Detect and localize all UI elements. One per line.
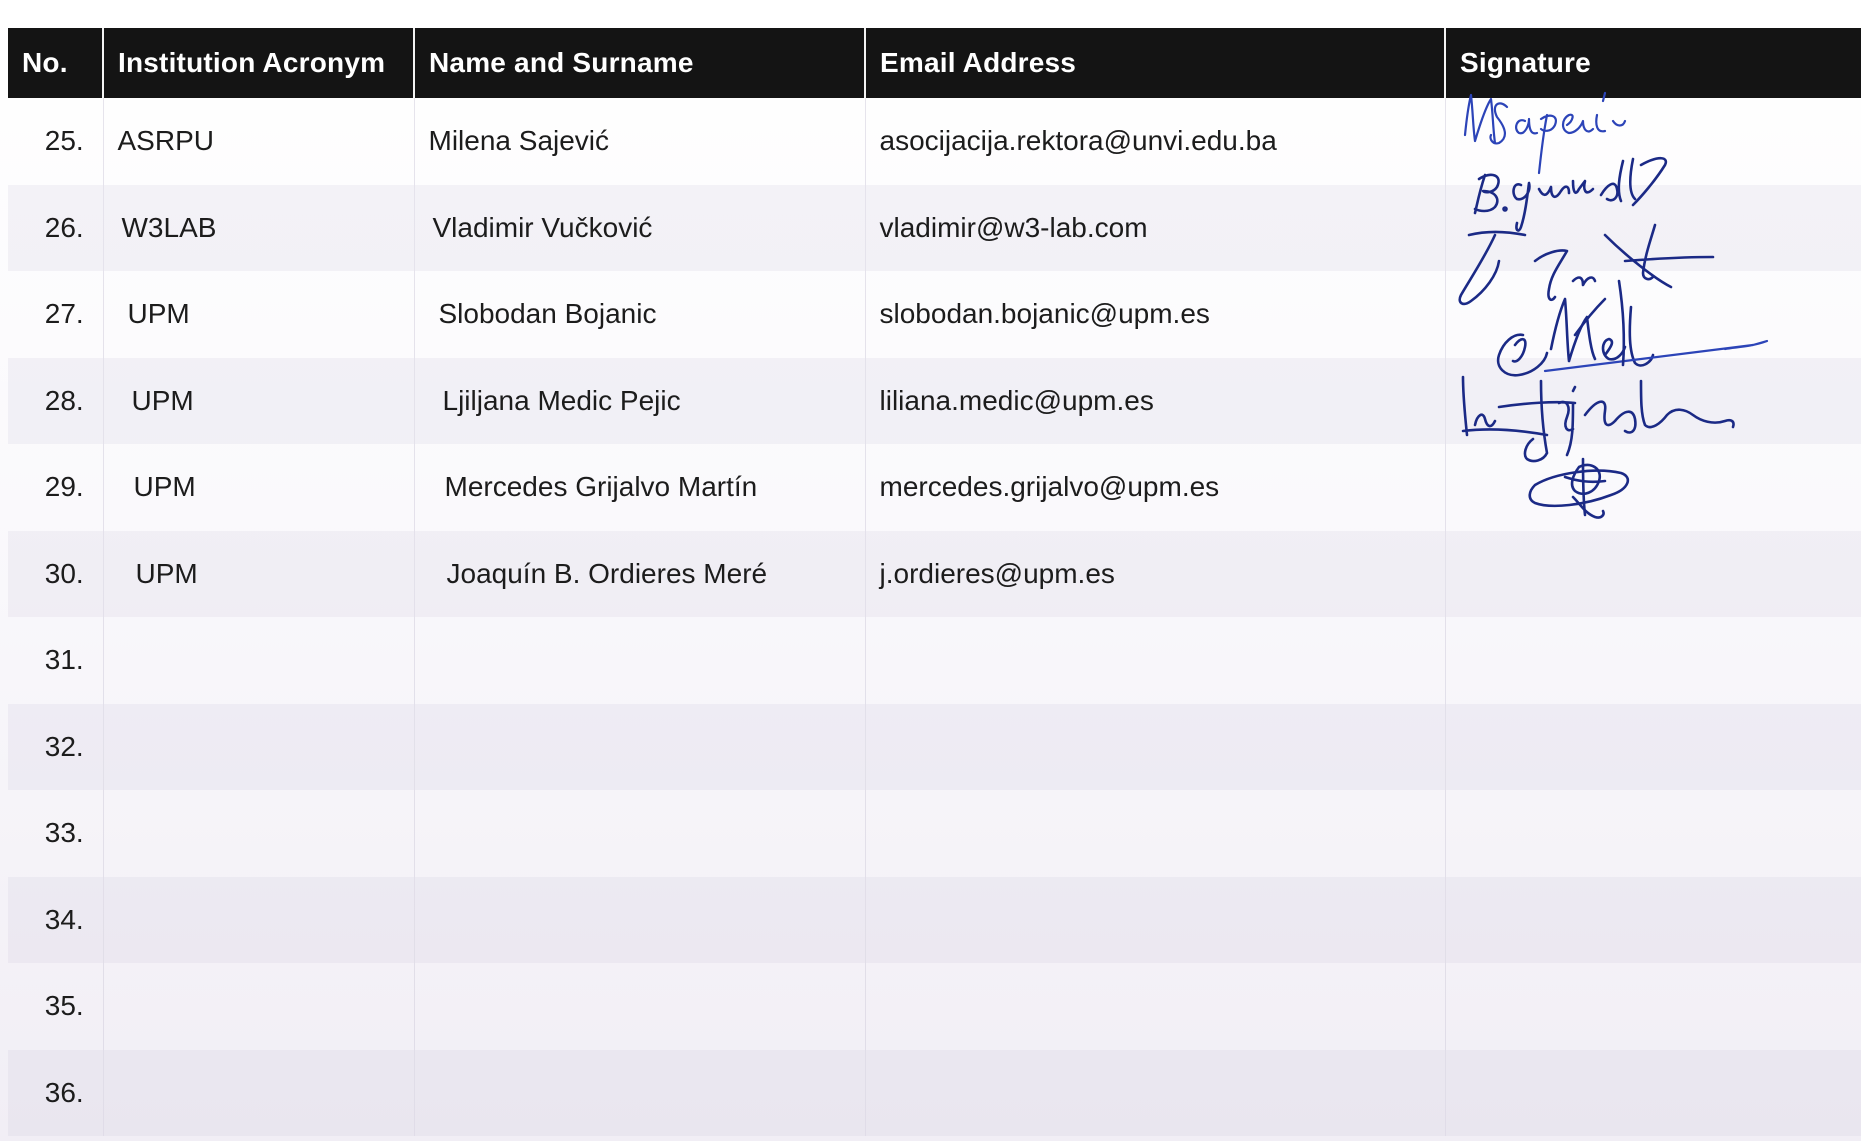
table-row: 29. UPM Mercedes Grijalvo Martín mercedes.g… [8,444,1861,531]
participant-name [414,790,866,877]
email-address: slobodan.bojanic@upm.es [865,271,1446,358]
institution-acronym: UPM [103,530,415,617]
table-row: 32. [8,703,1861,790]
email-address [865,1049,1446,1136]
row-number: 25. [8,98,104,185]
signature-cell [1445,963,1861,1050]
institution-acronym: ASRPU [103,98,415,185]
institution-acronym: W3LAB [103,184,415,271]
email-address: vladimir@w3-lab.com [865,184,1446,271]
signature-cell [1445,98,1861,185]
row-number: 26. [8,184,104,271]
signature-cell [1445,703,1861,790]
participant-name [414,1049,866,1136]
participant-name: Mercedes Grijalvo Martín [414,444,866,531]
institution-acronym [103,703,415,790]
participant-name [414,876,866,963]
institution-acronym [103,790,415,877]
table-header-row: No. Institution Acronym Name and Surname… [8,28,1861,98]
header-signature: Signature [1445,28,1861,98]
signature-cell [1445,444,1861,531]
header-no: No. [8,28,104,98]
row-number: 32. [8,703,104,790]
email-address: asocijacija.rektora@unvi.edu.ba [865,98,1446,185]
institution-acronym [103,876,415,963]
row-number: 36. [8,1049,104,1136]
row-number: 31. [8,617,104,704]
table-row: 33. [8,790,1861,877]
attendance-sheet: No. Institution Acronym Name and Surname… [0,0,1861,1141]
email-address [865,963,1446,1050]
participant-name: Slobodan Bojanic [414,271,866,358]
table-row: 30. UPM Joaquín B. Ordieres Meré j.ordieres… [8,530,1861,617]
table-row: 35. [8,963,1861,1050]
signature-cell [1445,357,1861,444]
signature-cell [1445,530,1861,617]
email-address: liliana.medic@upm.es [865,357,1446,444]
signature-cell [1445,617,1861,704]
attendance-table: No. Institution Acronym Name and Surname… [8,28,1861,1136]
institution-acronym [103,1049,415,1136]
table-row: 27. UPM Slobodan Bojanic slobodan.bojanic@u… [8,271,1861,358]
row-number: 29. [8,444,104,531]
table-row: 28. UPM Ljiljana Medic Pejic liliana.medic@… [8,357,1861,444]
row-number: 35. [8,963,104,1050]
table-row: 25. ASRPU Milena Sajević asocijacija.rektor… [8,98,1861,185]
header-email: Email Address [865,28,1446,98]
table-row: 26. W3LAB Vladimir Vučković vladimir@w3-lab… [8,184,1861,271]
email-address [865,790,1446,877]
table-row: 31. [8,617,1861,704]
email-address: mercedes.grijalvo@upm.es [865,444,1446,531]
email-address [865,876,1446,963]
row-number: 27. [8,271,104,358]
signature-cell [1445,790,1861,877]
email-address: j.ordieres@upm.es [865,530,1446,617]
institution-acronym [103,617,415,704]
signature-cell [1445,184,1861,271]
signature-cell [1445,271,1861,358]
table-row: 36. [8,1049,1861,1136]
participant-name: Milena Sajević [414,98,866,185]
participant-name [414,963,866,1050]
table-row: 34. [8,876,1861,963]
header-name: Name and Surname [414,28,866,98]
participant-name [414,617,866,704]
signature-cell [1445,876,1861,963]
institution-acronym: UPM [103,357,415,444]
institution-acronym: UPM [103,444,415,531]
header-institution: Institution Acronym [103,28,415,98]
row-number: 33. [8,790,104,877]
row-number: 28. [8,357,104,444]
email-address [865,617,1446,704]
participant-name [414,703,866,790]
participant-name: Vladimir Vučković [414,184,866,271]
table-body: 25. ASRPU Milena Sajević asocijacija.rektor… [8,98,1861,1136]
participant-name: Joaquín B. Ordieres Meré [414,530,866,617]
institution-acronym [103,963,415,1050]
email-address [865,703,1446,790]
row-number: 34. [8,876,104,963]
signature-cell [1445,1049,1861,1136]
participant-name: Ljiljana Medic Pejic [414,357,866,444]
row-number: 30. [8,530,104,617]
institution-acronym: UPM [103,271,415,358]
